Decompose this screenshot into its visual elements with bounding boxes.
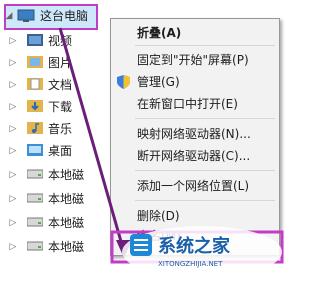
- xitongzhijia-logo-icon: 系统之家 XITONGZHIJIA.NET: [122, 226, 282, 278]
- annotation-arrow-line: [58, 27, 126, 253]
- watermark-domain: XITONGZHIJIA.NET: [158, 260, 223, 268]
- watermark-logo: 系统之家 XITONGZHIJIA.NET: [118, 212, 284, 282]
- watermark-text: 系统之家: [158, 235, 231, 257]
